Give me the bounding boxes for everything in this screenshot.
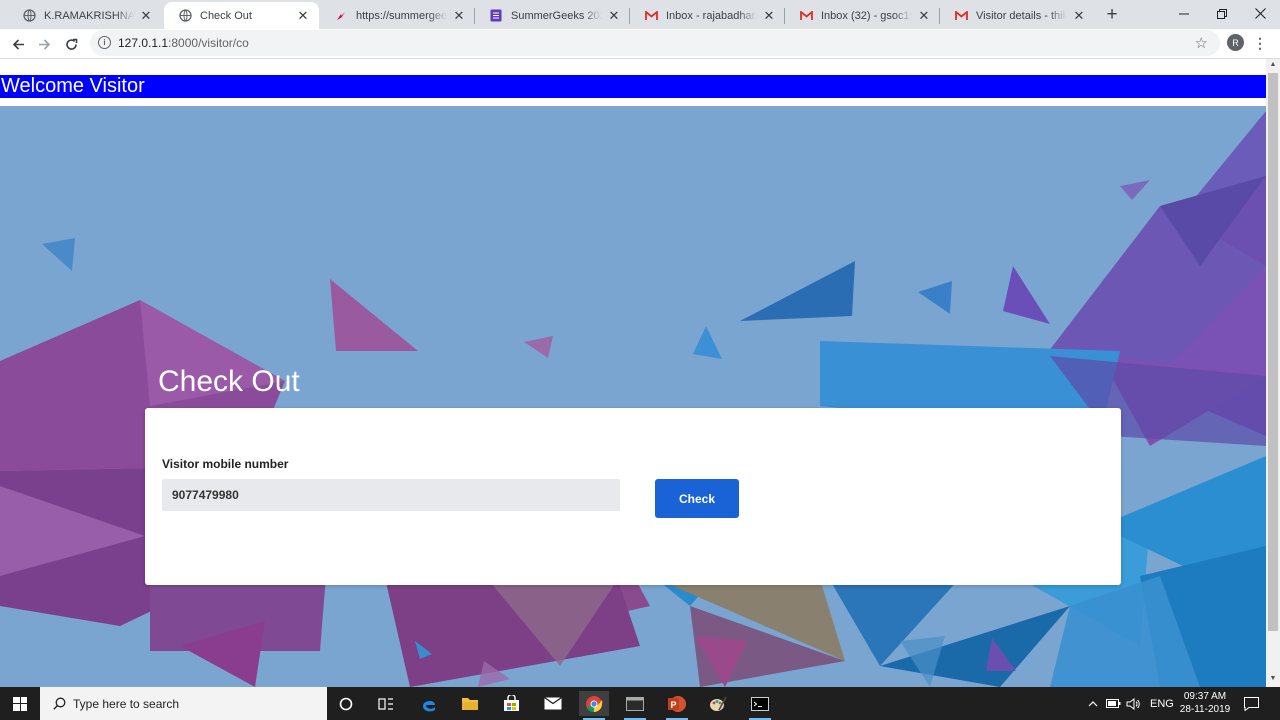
start-button[interactable] xyxy=(0,687,40,720)
file-explorer-icon[interactable] xyxy=(455,691,485,716)
reload-button[interactable] xyxy=(60,33,82,55)
tab-title: Check Out xyxy=(200,9,252,22)
tab-title: Inbox - rajabadhar.vida xyxy=(666,9,757,22)
tab-title: Visitor details - thilakar xyxy=(976,9,1067,22)
paint-icon[interactable] xyxy=(703,691,733,716)
search-icon xyxy=(52,697,66,711)
scroll-thumb[interactable] xyxy=(1268,73,1278,631)
powerpoint-icon[interactable]: P xyxy=(662,691,692,720)
tab-4[interactable]: Inbox - rajabadhar.vida ✕ xyxy=(630,2,785,29)
command-prompt-icon[interactable] xyxy=(745,691,775,720)
url-text: 127.0.1.1:8000/visitor/co xyxy=(118,36,249,50)
close-window-button[interactable] xyxy=(1237,0,1280,27)
windows-logo-icon xyxy=(13,696,27,711)
checkout-card: Visitor mobile number Check xyxy=(145,408,1121,585)
back-button[interactable] xyxy=(7,33,29,55)
page-viewport: Welcome Visitor Check Out Visitor mobile… xyxy=(0,59,1266,687)
taskbar-clock[interactable]: 09:37 AM 28-11-2019 xyxy=(1176,690,1234,716)
cortana-icon[interactable] xyxy=(331,691,361,716)
language-indicator[interactable]: ENG xyxy=(1150,687,1174,720)
address-bar[interactable]: i 127.0.1.1:8000/visitor/co ☆ xyxy=(90,30,1220,56)
tab-5[interactable]: Inbox (32) - gsoc19tr@ ✕ xyxy=(785,2,940,29)
tab-title: K.RAMAKRISHNAN GR xyxy=(44,9,134,22)
mobile-number-input[interactable] xyxy=(162,479,620,511)
tab-2[interactable]: https://summergeeks.i ✕ xyxy=(320,2,475,29)
close-icon[interactable]: ✕ xyxy=(606,8,622,24)
task-view-icon[interactable] xyxy=(371,691,401,716)
taskbar: Type here to search P ENG 09:37 AM 28-11… xyxy=(0,687,1280,720)
info-icon[interactable]: i xyxy=(98,36,111,49)
gmail-icon xyxy=(954,9,968,23)
tab-title: Inbox (32) - gsoc19tr@ xyxy=(821,9,912,22)
background-pattern: Check Out Visitor mobile number Check xyxy=(0,106,1266,687)
tab-active[interactable]: Check Out ✕ xyxy=(164,2,319,29)
taskbar-search[interactable]: Type here to search xyxy=(40,687,327,720)
close-icon[interactable]: ✕ xyxy=(451,8,467,24)
mobile-number-label: Visitor mobile number xyxy=(162,457,289,471)
tab-title: SummerGeeks 2020 | S xyxy=(511,9,602,22)
search-placeholder: Type here to search xyxy=(73,696,180,711)
notification-icon[interactable] xyxy=(1243,695,1260,712)
page-scrollbar[interactable]: ▲ ▼ xyxy=(1266,59,1280,687)
bookmark-star-icon[interactable]: ☆ xyxy=(1195,34,1208,52)
close-icon[interactable]: ✕ xyxy=(138,8,154,24)
clock-date: 28-11-2019 xyxy=(1179,704,1231,715)
gmail-icon xyxy=(799,9,813,23)
clock-time: 09:37 AM xyxy=(1183,691,1227,702)
tab-strip: K.RAMAKRISHNAN GR ✕ Check Out ✕ https://… xyxy=(0,0,1280,29)
tab-3[interactable]: SummerGeeks 2020 | S ✕ xyxy=(475,2,630,29)
mail-icon[interactable] xyxy=(538,691,568,716)
close-icon[interactable]: ✕ xyxy=(295,8,311,24)
summergeeks-icon xyxy=(334,9,348,23)
volume-icon[interactable] xyxy=(1126,687,1142,720)
forms-icon xyxy=(489,9,503,23)
welcome-banner: Welcome Visitor xyxy=(0,75,1266,98)
store-icon[interactable] xyxy=(496,691,526,716)
svg-text:P: P xyxy=(671,700,677,710)
browser-toolbar: i 127.0.1.1:8000/visitor/co ☆ xyxy=(0,29,1280,58)
menu-icon[interactable]: ⋮ xyxy=(1253,33,1267,53)
page-title: Check Out xyxy=(158,365,300,398)
tab-0[interactable]: K.RAMAKRISHNAN GR ✕ xyxy=(8,2,162,29)
close-icon[interactable]: ✕ xyxy=(1071,8,1087,24)
globe-icon xyxy=(178,9,192,23)
close-icon[interactable]: ✕ xyxy=(761,8,777,24)
check-button[interactable]: Check xyxy=(655,479,739,518)
tray-chevron-icon[interactable] xyxy=(1088,687,1102,720)
battery-icon[interactable] xyxy=(1106,687,1122,720)
close-icon[interactable]: ✕ xyxy=(916,8,932,24)
globe-icon xyxy=(22,9,36,23)
tab-6[interactable]: Visitor details - thilakar ✕ xyxy=(940,2,1095,29)
url-path: :8000/visitor/co xyxy=(168,36,249,50)
gmail-icon xyxy=(644,9,658,23)
chrome-icon[interactable] xyxy=(579,691,609,720)
url-host: 127.0.1.1 xyxy=(118,36,169,50)
edge-icon[interactable] xyxy=(414,691,444,716)
tab-title: https://summergeeks.i xyxy=(356,9,447,22)
scroll-down-arrow-icon[interactable]: ▼ xyxy=(1266,675,1280,685)
terminal-window-icon[interactable] xyxy=(620,691,650,720)
forward-button[interactable] xyxy=(33,33,55,55)
new-tab-button[interactable]: + xyxy=(1102,4,1122,25)
profile-avatar[interactable]: R xyxy=(1227,34,1244,51)
scroll-up-arrow-icon[interactable]: ▲ xyxy=(1266,61,1280,71)
